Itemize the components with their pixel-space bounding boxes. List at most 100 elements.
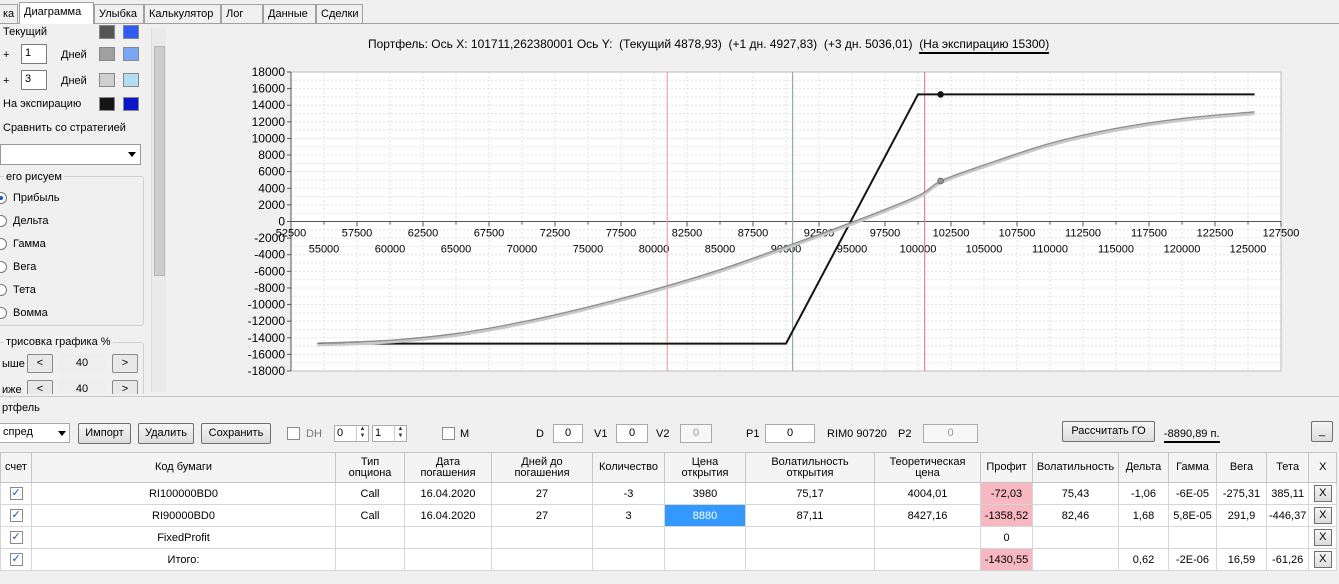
expiry-color-swatch-2[interactable] [123, 97, 139, 111]
compare-strategy-select[interactable] [0, 144, 141, 165]
dh-checkbox[interactable] [287, 427, 300, 440]
day1-input[interactable]: 1 [21, 44, 47, 64]
column-header[interactable]: Волатильность [1032, 452, 1119, 483]
table-cell[interactable]: -1358,52 [980, 504, 1033, 527]
table-cell[interactable]: 1,68 [1118, 504, 1169, 527]
table-cell[interactable]: 27 [491, 482, 593, 505]
tab-log[interactable]: Лог [221, 4, 263, 23]
table-cell[interactable]: 87,11 [745, 504, 875, 527]
table-cell[interactable]: -2E-06 [1168, 548, 1217, 571]
table-cell[interactable] [1118, 526, 1169, 549]
table-cell[interactable] [491, 548, 593, 571]
table-cell[interactable] [335, 548, 405, 571]
table-cell[interactable]: -1430,55 [980, 548, 1033, 571]
tab-diagram[interactable]: Диаграмма [19, 2, 94, 24]
lower-value[interactable]: 40 [59, 380, 105, 394]
column-header[interactable]: Количество [592, 452, 665, 483]
current-color-swatch-2[interactable] [123, 25, 139, 39]
column-header[interactable]: Волатильность открытия [745, 452, 875, 483]
v2-input[interactable]: 0 [680, 424, 712, 443]
table-cell[interactable] [874, 548, 981, 571]
table-cell[interactable]: 4004,01 [874, 482, 981, 505]
column-header[interactable]: Тип опциона [335, 452, 405, 483]
remove-row-button[interactable]: X [1313, 507, 1332, 524]
remove-row-button[interactable]: X [1313, 551, 1332, 568]
lower-decrease-button[interactable]: < [27, 380, 53, 394]
table-cell[interactable]: 16.04.2020 [404, 482, 492, 505]
table-cell[interactable]: X [1308, 548, 1338, 571]
table-cell[interactable]: Call [335, 504, 405, 527]
minimize-button[interactable]: _ [1311, 421, 1333, 442]
column-header[interactable]: Вега [1216, 452, 1267, 483]
table-cell[interactable] [745, 548, 875, 571]
day2-input[interactable]: 3 [21, 70, 47, 90]
table-cell[interactable]: 75,17 [745, 482, 875, 505]
table-cell[interactable] [1032, 548, 1119, 571]
calculate-go-button[interactable]: Рассчитать ГО [1062, 421, 1155, 442]
lower-increase-button[interactable]: > [112, 380, 138, 394]
spin-arrows-icon[interactable]: ▲ ▼ [394, 426, 406, 441]
scrollbar-thumb[interactable] [154, 46, 165, 276]
table-cell[interactable] [404, 548, 492, 571]
table-cell[interactable] [592, 548, 665, 571]
table-cell[interactable]: 0,62 [1118, 548, 1169, 571]
table-cell[interactable] [1265, 526, 1310, 549]
day2-color-swatch[interactable] [99, 73, 115, 87]
table-cell[interactable]: X [1308, 482, 1338, 505]
table-cell[interactable]: Итого: [31, 548, 336, 571]
table-cell[interactable]: 16,59 [1216, 548, 1267, 571]
table-cell[interactable] [1168, 526, 1217, 549]
table-cell[interactable] [0, 504, 32, 527]
table-cell[interactable]: Call [335, 482, 405, 505]
table-row[interactable]: RI100000BD0Call16.04.202027-3398075,1740… [0, 482, 1338, 505]
day1-color-swatch-2[interactable] [123, 47, 139, 61]
column-header[interactable]: Дельта [1118, 452, 1169, 483]
column-header[interactable]: Цена открытия [664, 452, 746, 483]
d-input[interactable]: 0 [553, 424, 583, 443]
table-cell[interactable] [335, 526, 405, 549]
table-cell[interactable] [1216, 526, 1267, 549]
row-checkbox[interactable] [9, 508, 23, 522]
save-button[interactable]: Сохранить [201, 423, 271, 444]
spin-1[interactable]: 0 ▲ ▼ [334, 425, 369, 442]
table-cell[interactable]: -72,03 [980, 482, 1033, 505]
table-cell[interactable]: -6E-05 [1168, 482, 1217, 505]
tab-calculator[interactable]: Калькулятор [144, 4, 221, 23]
table-cell[interactable]: FixedProfit [31, 526, 336, 549]
table-cell[interactable]: -3 [592, 482, 665, 505]
left-panel-scrollbar[interactable] [151, 28, 166, 392]
upper-decrease-button[interactable]: < [27, 354, 53, 373]
row-checkbox[interactable] [9, 530, 23, 544]
table-cell[interactable]: 0 [980, 526, 1033, 549]
table-cell[interactable]: 27 [491, 504, 593, 527]
table-cell[interactable] [592, 526, 665, 549]
table-cell[interactable] [664, 548, 746, 571]
p1-input[interactable]: 0 [765, 424, 815, 443]
table-row[interactable]: FixedProfit 0 X [0, 526, 1338, 549]
table-cell[interactable]: -275,31 [1216, 482, 1267, 505]
column-header[interactable]: Тета [1265, 452, 1310, 483]
tab-partial[interactable]: ка [0, 4, 18, 23]
table-cell[interactable] [404, 526, 492, 549]
spin-arrows-icon[interactable]: ▲ ▼ [356, 426, 368, 441]
row-checkbox[interactable] [9, 486, 23, 500]
expiry-color-swatch[interactable] [99, 97, 115, 111]
table-cell[interactable]: -446,37 [1265, 504, 1310, 527]
table-cell[interactable]: 5,8E-05 [1168, 504, 1217, 527]
column-header[interactable]: X [1308, 452, 1338, 483]
column-header[interactable]: Теоретическая цена [874, 452, 981, 483]
table-cell[interactable]: -61,26 [1265, 548, 1310, 571]
table-cell[interactable]: 3 [592, 504, 665, 527]
day1-color-swatch[interactable] [99, 47, 115, 61]
current-color-swatch[interactable] [99, 25, 115, 39]
table-cell[interactable]: 16.04.2020 [404, 504, 492, 527]
row-checkbox[interactable] [9, 552, 23, 566]
delete-button[interactable]: Удалить [138, 423, 194, 444]
tab-smile[interactable]: Улыбка [94, 4, 144, 23]
upper-increase-button[interactable]: > [112, 354, 138, 373]
spin-2[interactable]: 1 ▲ ▼ [372, 425, 407, 442]
tab-trades[interactable]: Сделки [316, 4, 363, 23]
table-cell[interactable]: X [1308, 526, 1338, 549]
day2-color-swatch-2[interactable] [123, 73, 139, 87]
table-cell[interactable]: 385,11 [1265, 482, 1310, 505]
